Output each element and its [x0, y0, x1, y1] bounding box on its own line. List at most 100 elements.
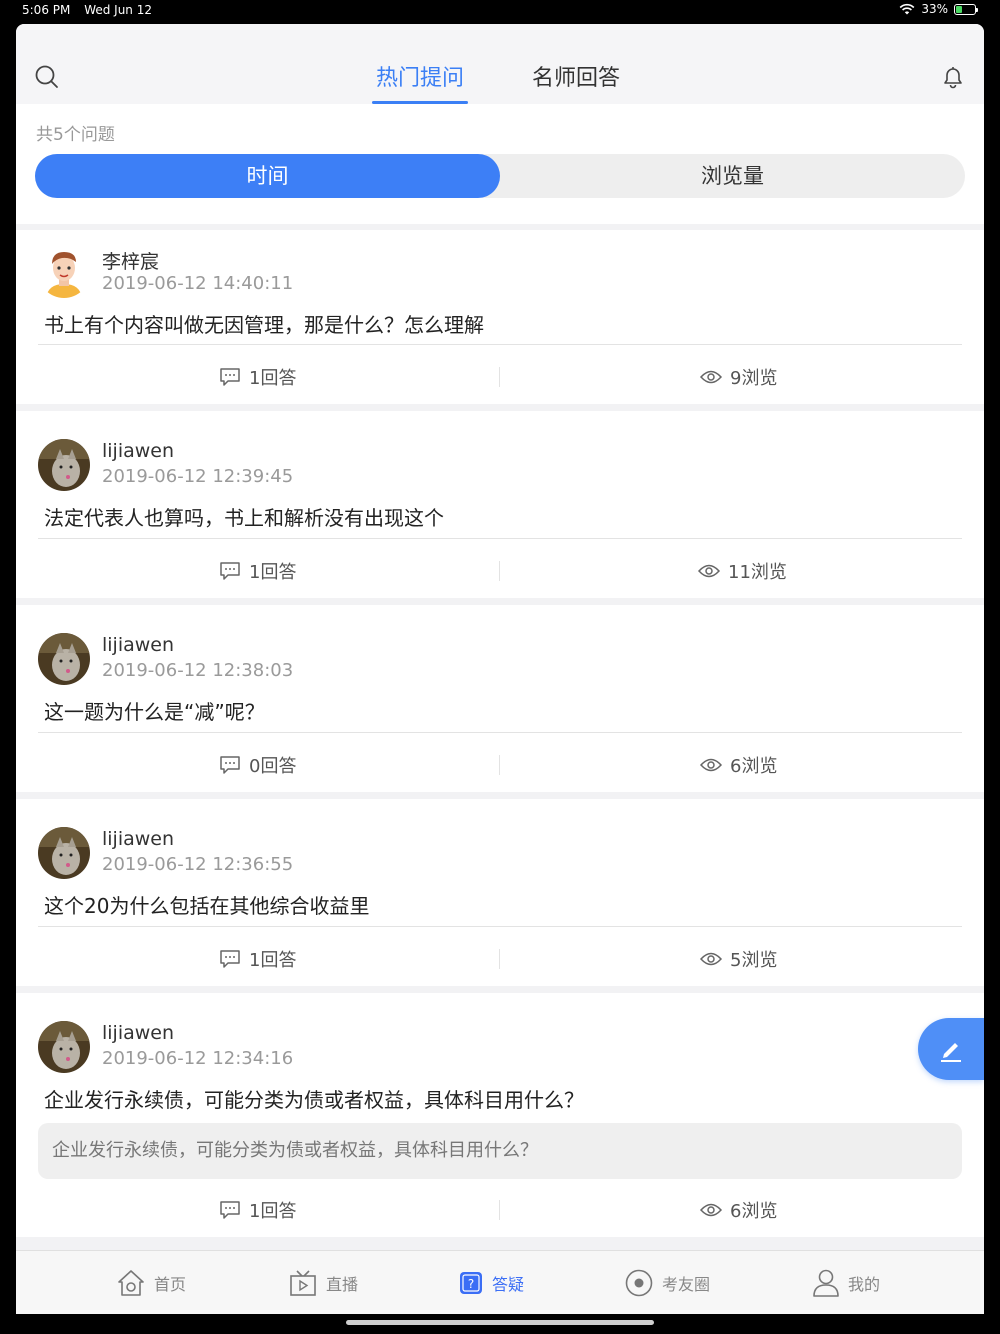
svg-text:?: ? [468, 1277, 474, 1291]
user-icon [813, 1269, 839, 1297]
answers-stat[interactable]: 1回答 [219, 364, 296, 390]
divider [38, 732, 962, 733]
answers-count: 1回答 [249, 950, 297, 971]
comment-icon [220, 368, 240, 386]
question-card[interactable]: lijiawen 2019-06-12 12:34:16 企业发行永续债，可能分… [16, 993, 984, 1237]
answers-count: 0回答 [249, 756, 297, 777]
post-time: 2019-06-12 12:36:55 [102, 854, 294, 875]
eye-icon [700, 758, 722, 772]
tabbar-profile[interactable]: 我的 [812, 1251, 880, 1314]
eye-icon [700, 1203, 722, 1217]
stat-separator [499, 1200, 500, 1220]
views-stat: 6浏览 [700, 1197, 777, 1223]
views-count: 5浏览 [730, 950, 778, 971]
divider [38, 538, 962, 539]
post-time: 2019-06-12 12:34:16 [102, 1048, 294, 1069]
views-stat: 6浏览 [700, 752, 777, 778]
search-icon[interactable] [34, 64, 60, 90]
stat-separator [499, 755, 500, 775]
pencil-icon [941, 1043, 961, 1062]
status-left: 5:06 PM Wed Jun 12 [22, 3, 152, 17]
question-text: 这个20为什么包括在其他综合收益里 [44, 894, 370, 918]
tv-icon [290, 1270, 316, 1296]
avatar [38, 439, 90, 491]
tabbar-live[interactable]: 直播 [288, 1251, 358, 1314]
username: lijiawen [102, 1022, 175, 1044]
username: 李梓宸 [102, 251, 160, 273]
answers-stat[interactable]: 1回答 [219, 558, 296, 584]
views-stat: 5浏览 [700, 946, 777, 972]
status-right: 33% [899, 2, 978, 16]
answer-excerpt: 企业发行永续债，可能分类为债或者权益，具体科目用什么？ [38, 1123, 962, 1179]
answers-count: 1回答 [249, 562, 297, 583]
compose-question-button[interactable] [918, 1018, 984, 1080]
bottom-tab-bar: 首页 直播 ? 答疑 考友圈 我的 [16, 1250, 984, 1314]
battery-percent: 33% [921, 2, 948, 16]
question-text: 法定代表人也算吗，书上和解析没有出现这个 [44, 506, 444, 530]
stat-separator [499, 949, 500, 969]
top-nav: 热门提问 名师回答 [16, 24, 984, 104]
stat-separator [499, 561, 500, 581]
question-text: 这一题为什么是“减”呢？ [44, 700, 265, 724]
comment-icon [220, 756, 240, 774]
question-card[interactable]: 李梓宸 2019-06-12 14:40:11 书上有个内容叫做无因管理，那是什… [16, 230, 984, 404]
views-count: 6浏览 [730, 1201, 778, 1222]
status-bar: 5:06 PM Wed Jun 12 33% [0, 0, 1000, 24]
tabbar-label: 我的 [848, 1275, 881, 1294]
answers-count: 1回答 [249, 368, 297, 389]
answers-stat[interactable]: 0回答 [219, 752, 296, 778]
divider [38, 344, 962, 345]
tabbar-community[interactable]: 考友圈 [624, 1251, 710, 1314]
tabbar-label: 直播 [326, 1275, 359, 1294]
answers-stat[interactable]: 1回答 [219, 946, 296, 972]
answers-count: 1回答 [249, 1201, 297, 1222]
stat-separator [499, 367, 500, 387]
tab-teacher-answers[interactable]: 名师回答 [532, 60, 620, 104]
username: lijiawen [102, 634, 175, 656]
question-card[interactable]: lijiawen 2019-06-12 12:38:03 这一题为什么是“减”呢… [16, 605, 984, 792]
answers-stat[interactable]: 1回答 [219, 1197, 296, 1223]
sort-by-time-button[interactable]: 时间 [35, 154, 500, 198]
eye-icon [698, 564, 720, 578]
bell-icon[interactable] [940, 64, 966, 90]
eye-icon [700, 952, 722, 966]
app-window: 热门提问 名师回答 共5个问题 时间 浏览量 李梓宸 2019-06-12 14… [16, 24, 984, 1314]
post-time: 2019-06-12 12:38:03 [102, 660, 294, 681]
avatar [38, 246, 90, 298]
circle-icon [625, 1269, 653, 1297]
post-time: 2019-06-12 14:40:11 [102, 273, 294, 294]
question-count: 共5个问题 [36, 125, 115, 145]
wifi-icon [899, 3, 915, 15]
home-icon [118, 1270, 144, 1296]
views-stat: 9浏览 [700, 364, 777, 390]
views-count: 9浏览 [730, 368, 778, 389]
username: lijiawen [102, 440, 175, 462]
question-card[interactable]: lijiawen 2019-06-12 12:39:45 法定代表人也算吗，书上… [16, 411, 984, 598]
views-count: 11浏览 [728, 562, 787, 583]
question-icon: ? [460, 1272, 482, 1294]
status-time: 5:06 PM [22, 3, 71, 17]
username: lijiawen [102, 828, 175, 850]
sort-by-views-button[interactable]: 浏览量 [500, 154, 965, 198]
tabbar-qa[interactable]: ? 答疑 [458, 1251, 524, 1314]
views-stat: 11浏览 [698, 558, 787, 584]
comment-icon [220, 562, 240, 580]
comment-icon [220, 1201, 240, 1219]
post-time: 2019-06-12 12:39:45 [102, 466, 294, 487]
question-text: 企业发行永续债，可能分类为债或者权益，具体科目用什么？ [44, 1088, 584, 1112]
sort-segmented-control: 时间 浏览量 [35, 154, 965, 198]
avatar [38, 1021, 90, 1073]
comment-icon [220, 950, 240, 968]
views-count: 6浏览 [730, 756, 778, 777]
sort-section: 共5个问题 时间 浏览量 [16, 104, 984, 224]
tabbar-home[interactable]: 首页 [116, 1251, 186, 1314]
divider [38, 926, 962, 927]
question-text: 书上有个内容叫做无因管理，那是什么？怎么理解 [44, 313, 484, 337]
avatar [38, 827, 90, 879]
tabbar-label: 答疑 [492, 1275, 525, 1294]
question-card[interactable]: lijiawen 2019-06-12 12:36:55 这个20为什么包括在其… [16, 799, 984, 986]
battery-icon [954, 3, 978, 15]
tabbar-label: 考友圈 [662, 1275, 711, 1294]
tab-hot-questions[interactable]: 热门提问 [371, 60, 469, 104]
home-indicator[interactable] [346, 1320, 654, 1325]
